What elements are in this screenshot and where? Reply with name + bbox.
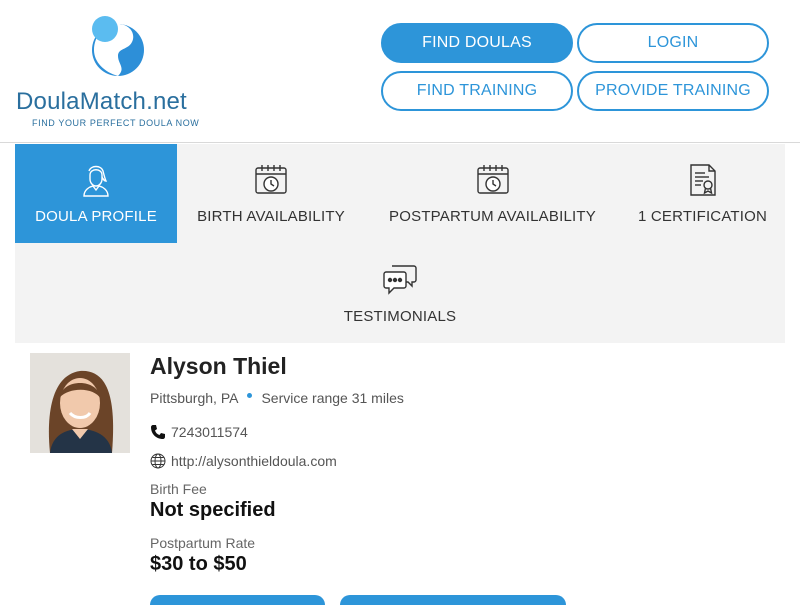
site-header: DoulaMatch.net FIND YOUR PERFECT DOULA N… [0,0,800,143]
birth-fee-label: Birth Fee [150,481,207,497]
tab-doula-profile[interactable]: DOULA PROFILE [15,144,177,243]
profile-tabs: DOULA PROFILE BIRTH AVAILABILITY POSTPAR [15,144,785,343]
birth-fee-value: Not specified [150,499,276,521]
globe-icon [150,453,166,469]
chat-bubbles-icon [382,262,418,298]
phone-row[interactable]: 7243011574 [150,424,248,440]
site-logo[interactable]: DoulaMatch.net FIND YOUR PERFECT DOULA N… [16,10,226,132]
certificate-icon [685,162,721,198]
tab-label: TESTIMONIALS [343,308,457,325]
logo-mark-icon [92,16,144,76]
tab-postpartum-availability[interactable]: POSTPARTUM AVAILABILITY [365,144,620,243]
logo-word-net: .net [146,88,187,115]
website-row[interactable]: http://alysonthieldoula.com [150,453,337,469]
phone-number[interactable]: 7243011574 [171,424,248,440]
calendar-clock-icon [475,162,511,198]
phone-icon [150,424,166,440]
doula-profile-card: Alyson Thiel Pittsburgh, PA Service rang… [30,353,770,605]
logo-wordmark: DoulaMatch.net [16,88,187,116]
tab-birth-availability[interactable]: BIRTH AVAILABILITY [177,144,365,243]
tab-label: BIRTH AVAILABILITY [197,208,345,225]
tab-label: 1 CERTIFICATION [637,208,768,225]
doula-location: Pittsburgh, PA [150,390,239,406]
postpartum-rate-value: $30 to $50 [150,553,247,575]
login-button[interactable]: LOGIN [577,23,769,63]
postpartum-rate-label: Postpartum Rate [150,535,256,551]
tab-label: POSTPARTUM AVAILABILITY [389,208,596,225]
separator-dot [247,392,253,398]
service-range: Service range 31 miles [261,390,404,406]
profile-photo [30,353,130,453]
website-link[interactable]: http://alysonthieldoula.com [171,453,337,469]
calendar-clock-icon [253,162,289,198]
tab-label: DOULA PROFILE [35,208,157,225]
logo-word-doula: Doula [16,88,80,115]
action-button-partial[interactable] [150,595,325,605]
tab-testimonials[interactable]: TESTIMONIALS [305,244,495,343]
location-row: Pittsburgh, PA Service range 31 miles [150,390,404,406]
find-doulas-button[interactable]: FIND DOULAS [381,23,573,63]
find-training-button[interactable]: FIND TRAINING [381,71,573,111]
logo-tagline: FIND YOUR PERFECT DOULA NOW [32,118,200,128]
provide-training-button[interactable]: PROVIDE TRAINING [577,71,769,111]
tab-certification[interactable]: 1 CERTIFICATION [620,144,785,243]
doula-name: Alyson Thiel [150,353,287,379]
logo-word-match: Match [79,88,147,115]
action-button-partial[interactable] [340,595,566,605]
doula-icon [78,162,114,198]
